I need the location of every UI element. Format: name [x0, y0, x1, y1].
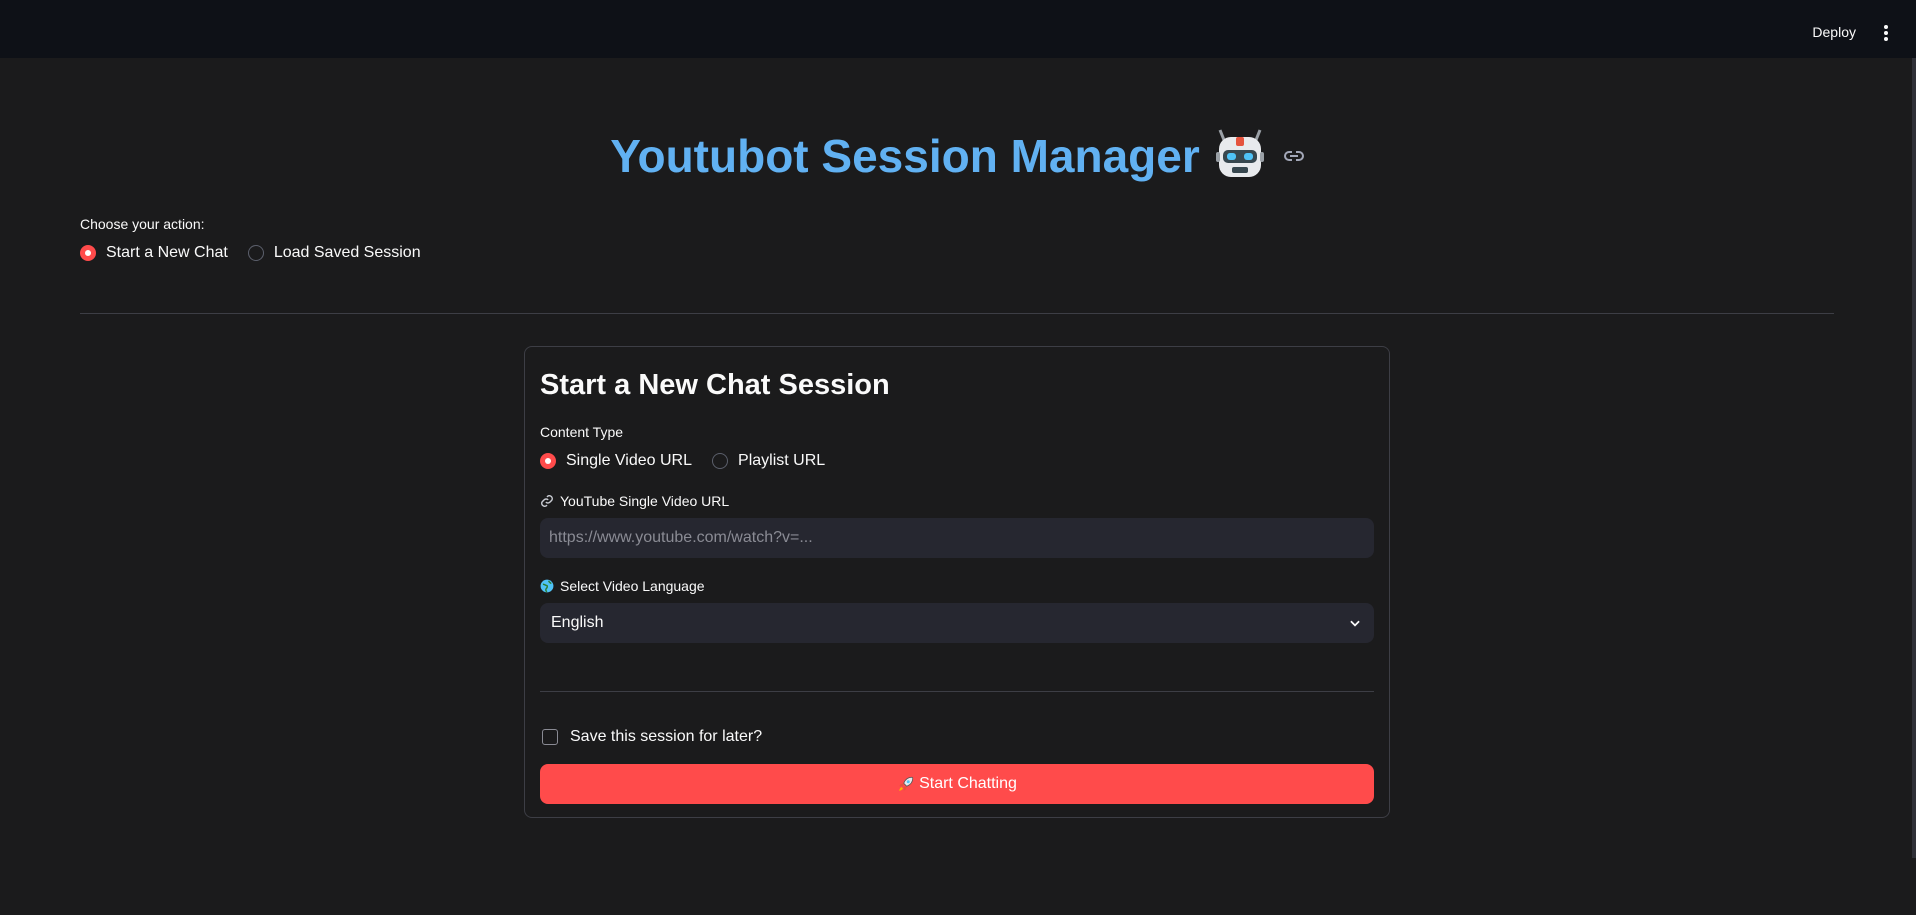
radio-dot[interactable]: [247, 245, 264, 261]
action-label: Choose your action:: [80, 216, 205, 232]
link-icon: [541, 495, 553, 507]
robot-icon: [1215, 129, 1264, 177]
card-title: Start a New Chat Session: [540, 369, 890, 401]
radio-label: Playlist URL: [738, 452, 826, 469]
radio-label: Single Video URL: [566, 452, 693, 469]
rocket-icon: [899, 776, 914, 791]
save-session-label: Save this session for later?: [570, 728, 763, 745]
language-label-text: Select Video Language: [560, 578, 705, 594]
radio-load-saved-session[interactable]: Load Saved Session: [247, 244, 421, 262]
divider: [80, 313, 1834, 314]
start-chatting-button[interactable]: Start Chatting: [540, 764, 1374, 804]
globe-icon: [540, 579, 554, 593]
radio-single-video-url[interactable]: Single Video URL: [540, 452, 692, 470]
radio-label: Load Saved Session: [273, 244, 421, 261]
youtube-url-input[interactable]: [540, 518, 1374, 558]
radio-label: Start a New Chat: [106, 244, 228, 261]
chevron-down-icon: [1350, 620, 1360, 627]
language-select[interactable]: English: [540, 603, 1374, 643]
content-type-radio-group: Single Video URL Playlist URL: [540, 452, 825, 470]
language-label: Select Video Language: [540, 578, 705, 594]
page-title-row: Youtubot Session Manager: [610, 128, 1306, 184]
deploy-button[interactable]: Deploy: [1812, 24, 1856, 40]
content-type-label: Content Type: [540, 424, 624, 440]
radio-selected-dot[interactable]: [540, 453, 556, 469]
url-field-label: YouTube Single Video URL: [540, 493, 729, 509]
save-session-checkbox-row[interactable]: Save this session for later?: [542, 728, 762, 746]
action-radio-group: Start a New Chat Load Saved Session: [80, 244, 421, 262]
new-chat-card: Start a New Chat Session Content Type Si…: [524, 346, 1390, 818]
radio-dot[interactable]: [712, 453, 729, 469]
kebab-menu-icon[interactable]: [1884, 25, 1888, 41]
link-anchor-icon[interactable]: [1282, 144, 1306, 168]
language-selected-value: English: [551, 614, 604, 631]
card-divider: [540, 691, 1374, 692]
page-header: Youtubot Session Manager: [0, 128, 1916, 184]
action-chooser: Choose your action: Start a New Chat Loa…: [80, 216, 421, 262]
top-bar: Deploy: [0, 0, 1916, 58]
radio-playlist-url[interactable]: Playlist URL: [712, 452, 825, 470]
radio-selected-dot[interactable]: [80, 245, 96, 261]
url-field-label-text: YouTube Single Video URL: [560, 493, 730, 509]
radio-start-new-chat[interactable]: Start a New Chat: [80, 244, 228, 262]
page-title: Youtubot Session Manager: [610, 130, 1200, 182]
start-chatting-label: Start Chatting: [919, 775, 1017, 792]
save-session-checkbox[interactable]: [542, 729, 558, 745]
